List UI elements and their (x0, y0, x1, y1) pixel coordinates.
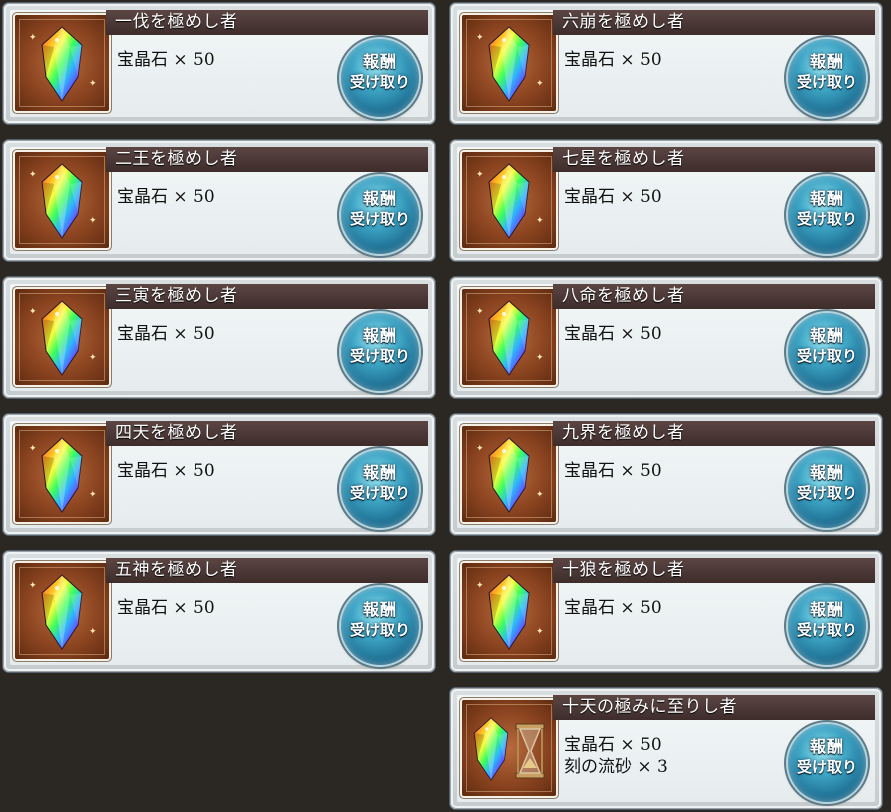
claim-reward-button[interactable]: 報酬 受け取り (788, 587, 866, 665)
reward-line: 宝晶石 × 50 (564, 324, 662, 344)
card-title: 五神を極めし者 (106, 558, 428, 583)
reward-line: 宝晶石 × 50 (117, 461, 215, 481)
reward-thumbnail: ✦ ✦ (15, 563, 109, 659)
reward-line: 宝晶石 × 50 (117, 324, 215, 344)
rainbow-crystal-icon (37, 436, 87, 514)
reward-line: 宝晶石 × 50 (117, 50, 215, 70)
reward-thumbnail: ✦ ✦ (462, 426, 556, 522)
reward-line: 宝晶石 × 50 (564, 461, 662, 481)
card-title: 六崩を極めし者 (553, 10, 875, 35)
reward-thumbnail: ✦ ✦ (15, 15, 109, 111)
reward-card: 十天の極みに至りし者 宝晶石 × 50 刻の流砂 × 3 報酬 受け取り (450, 688, 882, 809)
reward-card: ✦ ✦ 七星を極めし者 宝晶石 × 50 報酬 受け取り (450, 140, 882, 261)
reward-card: ✦ ✦ 八命を極めし者 宝晶石 × 50 報酬 受け取り (450, 277, 882, 398)
reward-card: ✦ ✦ 四天を極めし者 宝晶石 × 50 報酬 受け取り (3, 414, 435, 535)
claim-reward-button[interactable]: 報酬 受け取り (788, 724, 866, 802)
reward-thumbnail (462, 700, 556, 796)
reward-card: ✦ ✦ 一伐を極めし者 宝晶石 × 50 報酬 受け取り (3, 3, 435, 124)
reward-line: 宝晶石 × 50 (564, 598, 662, 618)
card-title: 十天の極みに至りし者 (553, 695, 875, 720)
card-title: 八命を極めし者 (553, 284, 875, 309)
reward-line: 宝晶石 × 50 (564, 187, 662, 207)
card-title: 三寅を極めし者 (106, 284, 428, 309)
reward-line: 宝晶石 × 50 (564, 50, 662, 70)
claim-reward-button[interactable]: 報酬 受け取り (341, 313, 419, 391)
reward-card: ✦ ✦ 九界を極めし者 宝晶石 × 50 報酬 受け取り (450, 414, 882, 535)
claim-reward-button[interactable]: 報酬 受け取り (788, 39, 866, 117)
rainbow-crystal-icon (470, 716, 512, 782)
rainbow-crystal-icon (37, 162, 87, 240)
card-title: 十狼を極めし者 (553, 558, 875, 583)
reward-thumbnail: ✦ ✦ (462, 15, 556, 111)
reward-card: ✦ ✦ 二王を極めし者 宝晶石 × 50 報酬 受け取り (3, 140, 435, 261)
card-title: 七星を極めし者 (553, 147, 875, 172)
card-title: 四天を極めし者 (106, 421, 428, 446)
rainbow-crystal-icon (484, 299, 534, 377)
rainbow-crystal-icon (484, 25, 534, 103)
reward-card: ✦ ✦ 三寅を極めし者 宝晶石 × 50 報酬 受け取り (3, 277, 435, 398)
claim-reward-button[interactable]: 報酬 受け取り (341, 176, 419, 254)
rainbow-crystal-icon (484, 162, 534, 240)
claim-reward-button[interactable]: 報酬 受け取り (341, 450, 419, 528)
claim-reward-button[interactable]: 報酬 受け取り (341, 39, 419, 117)
reward-thumbnail: ✦ ✦ (15, 426, 109, 522)
rainbow-crystal-icon (37, 299, 87, 377)
claim-reward-button[interactable]: 報酬 受け取り (788, 313, 866, 391)
reward-line: 宝晶石 × 50 (117, 187, 215, 207)
reward-thumbnail: ✦ ✦ (15, 152, 109, 248)
card-title: 九界を極めし者 (553, 421, 875, 446)
reward-card: ✦ ✦ 六崩を極めし者 宝晶石 × 50 報酬 受け取り (450, 3, 882, 124)
reward-thumbnail: ✦ ✦ (462, 563, 556, 659)
reward-thumbnail: ✦ ✦ (462, 152, 556, 248)
card-title: 二王を極めし者 (106, 147, 428, 172)
reward-thumbnail: ✦ ✦ (15, 289, 109, 385)
hourglass-icon (515, 723, 545, 779)
claim-reward-button[interactable]: 報酬 受け取り (788, 450, 866, 528)
reward-thumbnail: ✦ ✦ (462, 289, 556, 385)
rainbow-crystal-icon (37, 573, 87, 651)
rainbow-crystal-icon (484, 573, 534, 651)
reward-line: 刻の流砂 × 3 (564, 757, 668, 777)
claim-reward-button[interactable]: 報酬 受け取り (788, 176, 866, 254)
claim-reward-button[interactable]: 報酬 受け取り (341, 587, 419, 665)
card-title: 一伐を極めし者 (106, 10, 428, 35)
reward-card: ✦ ✦ 五神を極めし者 宝晶石 × 50 報酬 受け取り (3, 551, 435, 672)
reward-card: ✦ ✦ 十狼を極めし者 宝晶石 × 50 報酬 受け取り (450, 551, 882, 672)
rainbow-crystal-icon (484, 436, 534, 514)
reward-line: 宝晶石 × 50 (117, 598, 215, 618)
rainbow-crystal-icon (37, 25, 87, 103)
